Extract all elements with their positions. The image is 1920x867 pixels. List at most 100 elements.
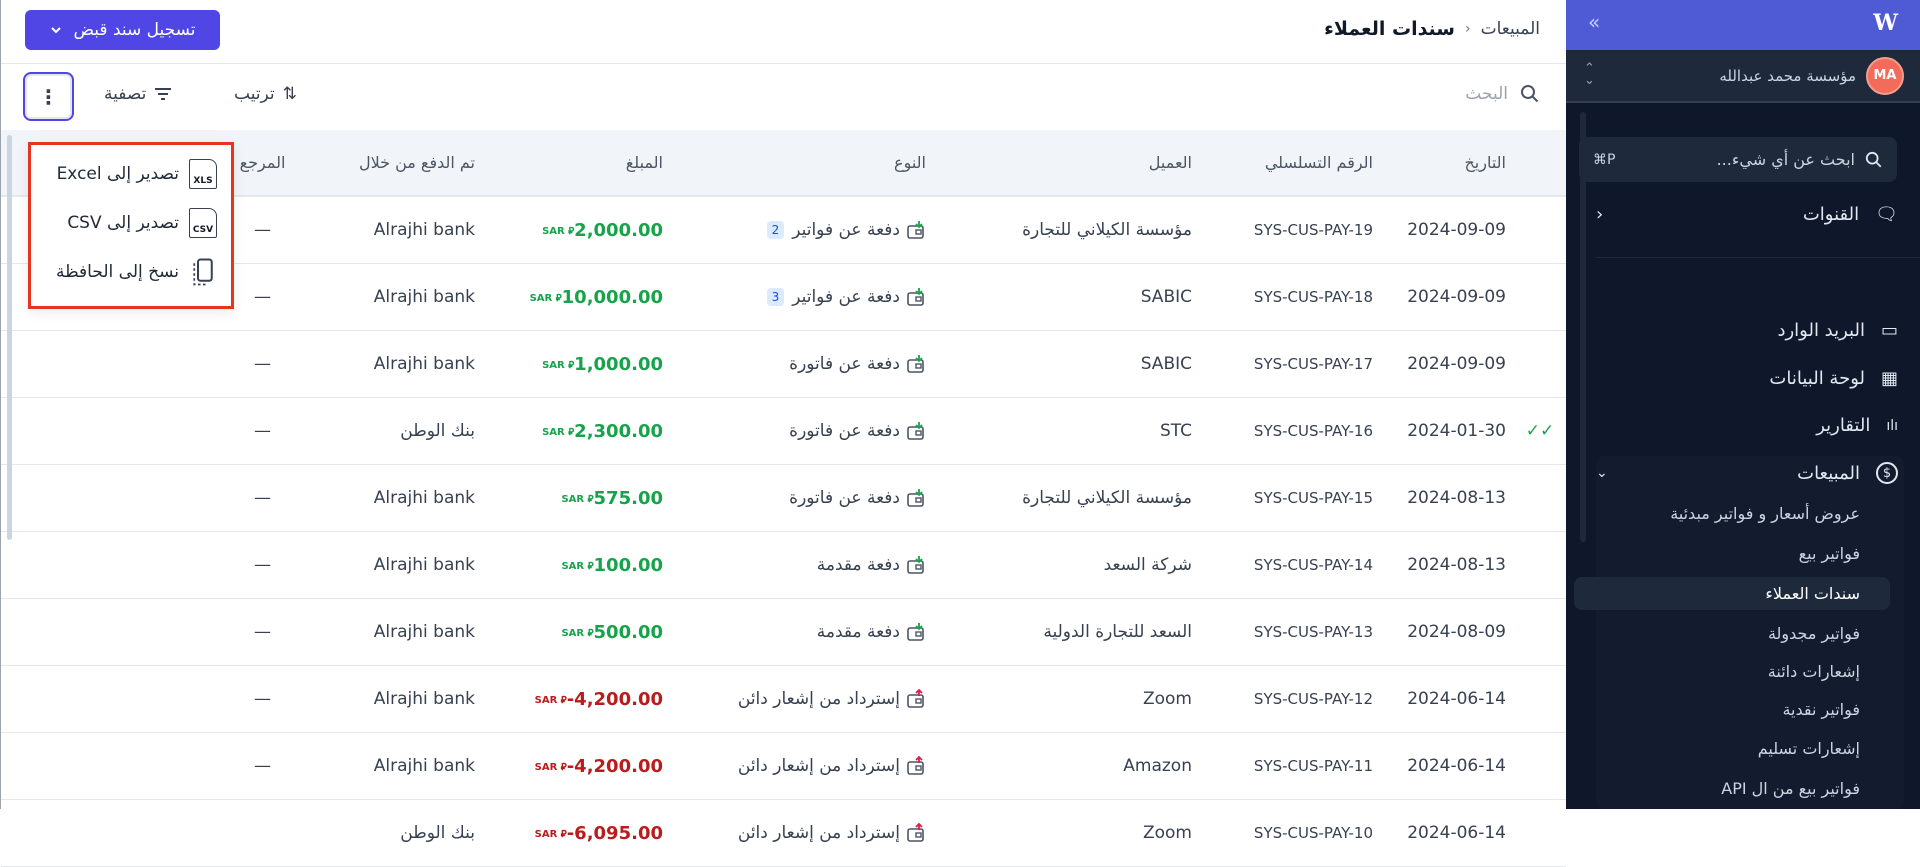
type-cell: دفعة عن فاتورة [671, 465, 934, 531]
menu-item-export-csv[interactable]: CSV تصدير إلى CSV [31, 198, 231, 247]
table-row[interactable]: 2024-08-09 SYS-CUS-PAY-13 السعد للتجارة … [1, 599, 1566, 666]
status-cell [1514, 800, 1566, 866]
divider [1596, 257, 1920, 258]
sidebar-subitem[interactable]: إشعارات تسليم [1758, 739, 1860, 758]
column-header-client[interactable]: العميل [934, 130, 1200, 195]
type-cell: إسترداد من إشعار دائن [671, 800, 934, 866]
column-header-type[interactable]: النوع [671, 130, 934, 195]
type-label: إسترداد من إشعار دائن [737, 823, 900, 843]
sidebar-item-inbox[interactable]: ▭ البريد الوارد [1596, 320, 1898, 341]
wallet-in-icon [906, 287, 926, 307]
paid-via-cell: Alrajhi bank [373, 354, 475, 374]
xls-icon-label: XLS [193, 175, 213, 186]
column-header-paid-via[interactable]: تم الدفع من خلال [325, 130, 483, 195]
serial-cell: SYS-CUS-PAY-15 [1253, 489, 1373, 507]
breadcrumb: المبيعات ‹ سندات العملاء [1324, 18, 1540, 40]
client-cell: مؤسسة الكيلاني للتجارة [1022, 220, 1192, 240]
amount-cell: 2,300.00 ⃁ SAR [483, 398, 671, 464]
currency-code: SAR [561, 627, 585, 639]
amount-value: 1,000.00 [574, 353, 663, 375]
chevron-up-down-icon: ⌃ ⌄ [1584, 61, 1595, 88]
invoice-count-badge: 2 [766, 221, 785, 239]
table-row[interactable]: 2024-06-14 SYS-CUS-PAY-10 Zoom إسترداد م… [1, 800, 1566, 867]
riyal-icon: ⃁ [557, 828, 567, 840]
menu-item-export-excel[interactable]: XLS تصدير إلى Excel [31, 149, 231, 198]
status-cell [1514, 264, 1566, 330]
type-cell: دفعة مقدمة [671, 532, 934, 598]
table-row[interactable]: 2024-06-14 SYS-CUS-PAY-12 Zoom إسترداد م… [1, 666, 1566, 733]
paid-via-cell: بنك الوطن [400, 823, 475, 843]
paid-via-cell: Alrajhi bank [373, 756, 475, 776]
sidebar-item-label: لوحة البيانات [1769, 368, 1865, 389]
menu-item-label: تصدير إلى Excel [56, 163, 179, 184]
date-cell: 2024-01-30 [1407, 421, 1506, 441]
currency-label: ⃁ SAR [535, 760, 567, 773]
sidebar-search-input[interactable]: ابحث عن أي شيء... ⌘P [1579, 137, 1897, 182]
amount-value: 500.00 [593, 621, 663, 643]
sidebar-item-label: التقارير [1816, 415, 1871, 436]
sidebar-subitem[interactable]: فواتير بيع من ال API [1721, 779, 1860, 798]
sidebar-subitem[interactable]: فواتير مجدولة [1768, 624, 1860, 643]
search-placeholder: البحث [1465, 84, 1508, 104]
date-cell: 2024-08-13 [1407, 488, 1506, 508]
wallet-in-icon [906, 354, 926, 374]
record-receipt-button[interactable]: تسجيل سند قبض [25, 10, 220, 50]
sidebar-subitem[interactable]: عروض أسعار و فواتير مبدئية [1670, 504, 1860, 523]
table-row[interactable]: ✓✓ 2024-01-30 SYS-CUS-PAY-16 STC دفعة عن… [1, 398, 1566, 465]
riyal-icon: ⃁ [564, 225, 575, 237]
table-row[interactable]: 2024-08-13 SYS-CUS-PAY-14 شركة السعد دفع… [1, 532, 1566, 599]
sidebar-subitem[interactable]: فواتير نقدية [1782, 700, 1860, 719]
sidebar-item-channels[interactable]: 🗨︎ القنوات ‹ [1596, 204, 1898, 225]
currency-code: SAR [542, 225, 565, 237]
column-header-date[interactable]: التاريخ [1381, 130, 1514, 195]
serial-cell: SYS-CUS-PAY-10 [1253, 824, 1373, 842]
more-options-button[interactable]: ⋮ [23, 72, 74, 121]
type-cell: إسترداد من إشعار دائن [671, 666, 934, 732]
collapse-sidebar-icon[interactable]: » [1588, 10, 1600, 34]
table-row[interactable]: 2024-09-09 SYS-CUS-PAY-18 SABIC دفعة عن … [1, 264, 1566, 331]
column-header-amount[interactable]: المبلغ [483, 130, 671, 195]
sidebar-subitem[interactable]: فواتير بيع [1799, 544, 1860, 563]
main-content: المبيعات ‹ سندات العملاء تسجيل سند قبض ا… [0, 0, 1566, 867]
riyal-icon: ⃁ [552, 292, 562, 304]
menu-item-copy-clipboard[interactable]: نسخ إلى الحافظة [31, 247, 231, 296]
breadcrumb-parent[interactable]: المبيعات [1481, 19, 1540, 39]
table-row[interactable]: 2024-09-09 SYS-CUS-PAY-17 SABIC دفعة عن … [1, 331, 1566, 398]
amount-value: 2,000.00 [574, 219, 663, 241]
currency-code: SAR [534, 694, 558, 706]
record-receipt-label: تسجيل سند قبض [73, 20, 196, 40]
type-cell: دفعة عن فاتورة [671, 331, 934, 397]
sidebar-item-label: القنوات [1802, 204, 1860, 225]
filter-button[interactable]: تصفية [104, 84, 172, 104]
sidebar-item-sales[interactable]: $ المبيعات ⌄ [1596, 462, 1898, 484]
currency-label: ⃁ SAR [542, 224, 574, 237]
type-label: دفعة عن فواتير [792, 220, 900, 240]
sidebar-subitem[interactable]: سندات العملاء [1574, 577, 1890, 610]
table-row[interactable]: 2024-08-13 SYS-CUS-PAY-15 مؤسسة الكيلاني… [1, 465, 1566, 532]
amount-cell: 1,000.00 ⃁ SAR [483, 331, 671, 397]
sort-button[interactable]: ⇅ ترتيب [234, 84, 297, 104]
sort-label: ترتيب [234, 84, 275, 104]
sidebar-subitem[interactable]: إشعارات دائنة [1768, 662, 1860, 681]
status-cell [1514, 465, 1566, 531]
kebab-icon: ⋮ [38, 84, 59, 109]
table-header: التاريخ الرقم التسلسلي العميل النوع المب… [1, 130, 1566, 197]
org-switcher[interactable]: MA مؤسسة محمد عبدالله ⌃ ⌄ [1566, 50, 1920, 103]
paid-via-cell: Alrajhi bank [373, 622, 475, 642]
column-header-serial[interactable]: الرقم التسلسلي [1200, 130, 1381, 195]
scrollbar[interactable] [7, 135, 12, 540]
reference-cell: — [254, 555, 271, 575]
table-row[interactable]: 2024-06-14 SYS-CUS-PAY-11 Amazon إسترداد… [1, 733, 1566, 800]
date-cell: 2024-09-09 [1407, 287, 1506, 307]
xls-file-icon: XLS [189, 158, 217, 189]
table-row[interactable]: 2024-09-09 SYS-CUS-PAY-19 مؤسسة الكيلاني… [1, 197, 1566, 264]
chevron-down-icon: ⌄ [1596, 465, 1608, 481]
wallet-out-icon [906, 756, 926, 776]
org-name: مؤسسة محمد عبدالله [1719, 66, 1856, 85]
search-input[interactable]: البحث [1465, 84, 1540, 104]
riyal-icon: ⃁ [584, 493, 594, 505]
chevron-left-icon: ‹ [1465, 21, 1471, 37]
sidebar-item-dashboard[interactable]: ▦ لوحة البيانات [1596, 368, 1898, 389]
sidebar-search-placeholder: ابحث عن أي شيء... [1716, 150, 1855, 169]
sidebar-item-reports[interactable]: ılı التقارير [1596, 415, 1898, 436]
